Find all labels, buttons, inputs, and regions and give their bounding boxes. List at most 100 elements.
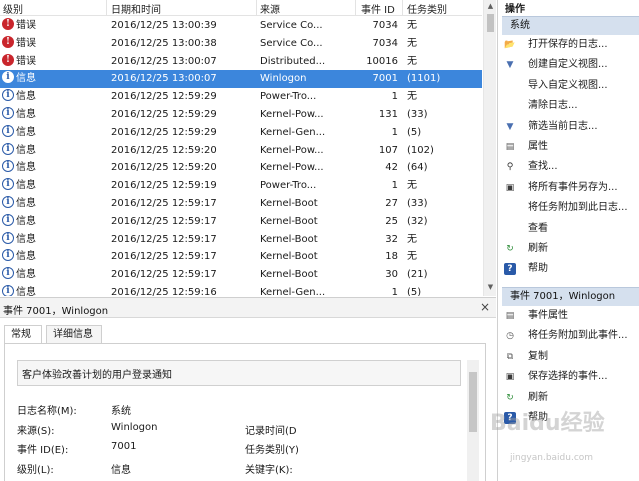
tab-general[interactable]: 常规 xyxy=(4,325,42,344)
event-id: 42 xyxy=(385,162,398,174)
event-level: i 信息 xyxy=(2,195,106,213)
event-row[interactable]: i 信息 2016/12/25 12:59:17 Kernel-Boot 27 (33) xyxy=(0,195,482,213)
event-list[interactable]: 级别 日期和时间 来源 事件 ID 任务类别 ! 错误 2016/12/25 13:… xyxy=(0,0,496,296)
event-level-text: 信息 xyxy=(16,73,36,85)
action-label: 将任务附加到此事件... xyxy=(528,330,628,342)
info-icon: i xyxy=(2,71,14,84)
filter-icon: ▼ xyxy=(506,60,514,71)
event-task-category: 无 xyxy=(407,251,417,263)
event-row[interactable]: i 信息 2016/12/25 12:59:20 Kernel-Pow... 42 (64… xyxy=(0,159,482,177)
event-list-scrollbar[interactable]: ▲ ▼ xyxy=(483,0,496,296)
event-task-category: (1101) xyxy=(407,73,441,85)
scroll-down-arrow-icon[interactable]: ▼ xyxy=(484,281,496,294)
action-label: 帮助 xyxy=(528,263,548,275)
watermark-url: jingyan.baidu.com xyxy=(510,453,594,463)
level-value[interactable]: 信息 xyxy=(111,461,131,476)
event-id: 107 xyxy=(378,144,398,156)
copy-icon: ⧉ xyxy=(506,351,514,362)
event-id: 7034 xyxy=(372,20,398,31)
event-row[interactable]: i 信息 2016/12/25 12:59:29 Kernel-Pow... 131 (3… xyxy=(0,106,482,124)
info-icon: i xyxy=(2,160,14,173)
column-separator[interactable] xyxy=(256,0,257,16)
action-label: 导入自定义视图... xyxy=(528,79,608,91)
source-value[interactable]: Winlogon xyxy=(111,422,157,433)
log-name-value[interactable]: 系统 xyxy=(111,402,131,417)
column-header-level[interactable]: 级别 xyxy=(3,1,23,16)
event-date: 2016/12/25 13:00:07 xyxy=(111,73,217,85)
event-id: 32 xyxy=(385,233,398,245)
event-source: Kernel-Boot xyxy=(260,215,318,227)
event-task-category: 无 xyxy=(407,37,417,49)
column-header-source[interactable]: 来源 xyxy=(260,1,280,16)
action-label: 复制 xyxy=(528,350,548,362)
event-id-value[interactable]: 7001 xyxy=(111,441,136,452)
event-source: Kernel-Pow... xyxy=(260,108,324,120)
event-row[interactable]: ! 错误 2016/12/25 13:00:07 Distributed... 1001… xyxy=(0,53,482,71)
event-task-category: (33) xyxy=(407,197,428,209)
event-row[interactable]: i 信息 2016/12/25 12:59:17 Kernel-Boot 25 (32) xyxy=(0,213,482,231)
event-level-text: 错误 xyxy=(16,55,36,67)
column-separator[interactable] xyxy=(402,0,403,16)
event-source: Kernel-Boot xyxy=(260,197,318,209)
event-date: 2016/12/25 12:59:17 xyxy=(111,269,217,281)
scrollbar-thumb[interactable] xyxy=(469,372,477,432)
actions-section-system[interactable]: 系统 xyxy=(502,16,639,35)
column-header-event-id[interactable]: 事件 ID xyxy=(361,1,395,16)
column-separator[interactable] xyxy=(106,0,107,16)
action-label: 保存选择的事件... xyxy=(528,371,608,383)
filter-icon: ▼ xyxy=(506,121,514,132)
event-row[interactable]: ! 错误 2016/12/25 13:00:39 Service Co... 7034 无 xyxy=(0,17,482,35)
event-task-category: 无 xyxy=(407,55,417,67)
tab-details[interactable]: 详细信息 xyxy=(46,325,102,344)
log-name-label: 日志名称(M): xyxy=(17,406,77,417)
task-icon: ◷ xyxy=(506,331,514,342)
event-level: i 信息 xyxy=(2,231,106,249)
event-level: i 信息 xyxy=(2,248,106,266)
info-icon: i xyxy=(2,195,14,208)
event-level-text: 信息 xyxy=(16,269,36,281)
event-task-category: (32) xyxy=(407,215,428,227)
event-level-text: 信息 xyxy=(16,162,36,174)
save-icon: ▣ xyxy=(505,372,515,383)
column-separator[interactable] xyxy=(355,0,356,16)
event-row[interactable]: i 信息 2016/12/25 12:59:19 Power-Tro... 1 无 xyxy=(0,177,482,195)
column-header-date[interactable]: 日期和时间 xyxy=(111,1,161,16)
event-row[interactable]: i 信息 2016/12/25 12:59:29 Power-Tro... 1 无 xyxy=(0,88,482,106)
event-level: i 信息 xyxy=(2,106,106,124)
event-row[interactable]: i 信息 2016/12/25 12:59:29 Kernel-Gen... 1 (5) xyxy=(0,124,482,142)
event-level: i 信息 xyxy=(2,284,106,296)
event-row[interactable]: i 信息 2016/12/25 12:59:16 Kernel-Gen... 1 (5) xyxy=(0,284,482,296)
redacted-area xyxy=(310,404,470,481)
scroll-up-arrow-icon[interactable]: ▲ xyxy=(484,0,496,13)
event-description[interactable]: 客户体验改善计划的用户登录通知 xyxy=(17,360,461,386)
detail-title: 事件 7001，Winlogon xyxy=(3,306,109,317)
event-id: 27 xyxy=(385,197,398,209)
event-row[interactable]: ! 错误 2016/12/25 13:00:38 Service Co... 7034 无 xyxy=(0,35,482,53)
action-label: 创建自定义视图... xyxy=(528,59,608,71)
action-label: 打开保存的日志... xyxy=(528,39,608,50)
keywords-label: 关键字(K): xyxy=(245,465,293,476)
scrollbar-thumb[interactable] xyxy=(487,14,494,32)
event-date: 2016/12/25 12:59:17 xyxy=(111,251,217,263)
refresh-icon: ↻ xyxy=(506,392,514,403)
info-icon: i xyxy=(2,106,14,119)
level-label: 级别(L): xyxy=(17,465,54,476)
event-row[interactable]: i 信息 2016/12/25 12:59:17 Kernel-Boot 30 (21) xyxy=(0,266,482,284)
event-date: 2016/12/25 12:59:29 xyxy=(111,91,217,103)
event-row[interactable]: i 信息 2016/12/25 13:00:07 Winlogon 7001 (1101) xyxy=(0,70,482,89)
event-id: 1 xyxy=(391,126,398,138)
info-icon: i xyxy=(2,249,14,262)
event-id: 7034 xyxy=(372,37,398,49)
event-row[interactable]: i 信息 2016/12/25 12:59:17 Kernel-Boot 18 无 xyxy=(0,248,482,266)
column-header-task[interactable]: 任务类别 xyxy=(407,1,447,16)
event-row[interactable]: i 信息 2016/12/25 12:59:17 Kernel-Boot 32 无 xyxy=(0,231,482,249)
detail-scrollbar[interactable] xyxy=(467,360,479,481)
info-icon: i xyxy=(2,213,14,226)
event-detail-pane: 事件 7001，Winlogon × 常规 详细信息 客户体验改善计划的用户登录… xyxy=(0,297,496,481)
actions-section-event[interactable]: 事件 7001，Winlogon xyxy=(502,287,639,306)
action-label: 将所有事件另存为... xyxy=(528,181,618,193)
close-icon[interactable]: × xyxy=(480,300,490,314)
event-row[interactable]: i 信息 2016/12/25 12:59:20 Kernel-Pow... 107 (1… xyxy=(0,142,482,160)
event-source: Distributed... xyxy=(260,55,326,67)
event-level-text: 信息 xyxy=(16,215,36,227)
